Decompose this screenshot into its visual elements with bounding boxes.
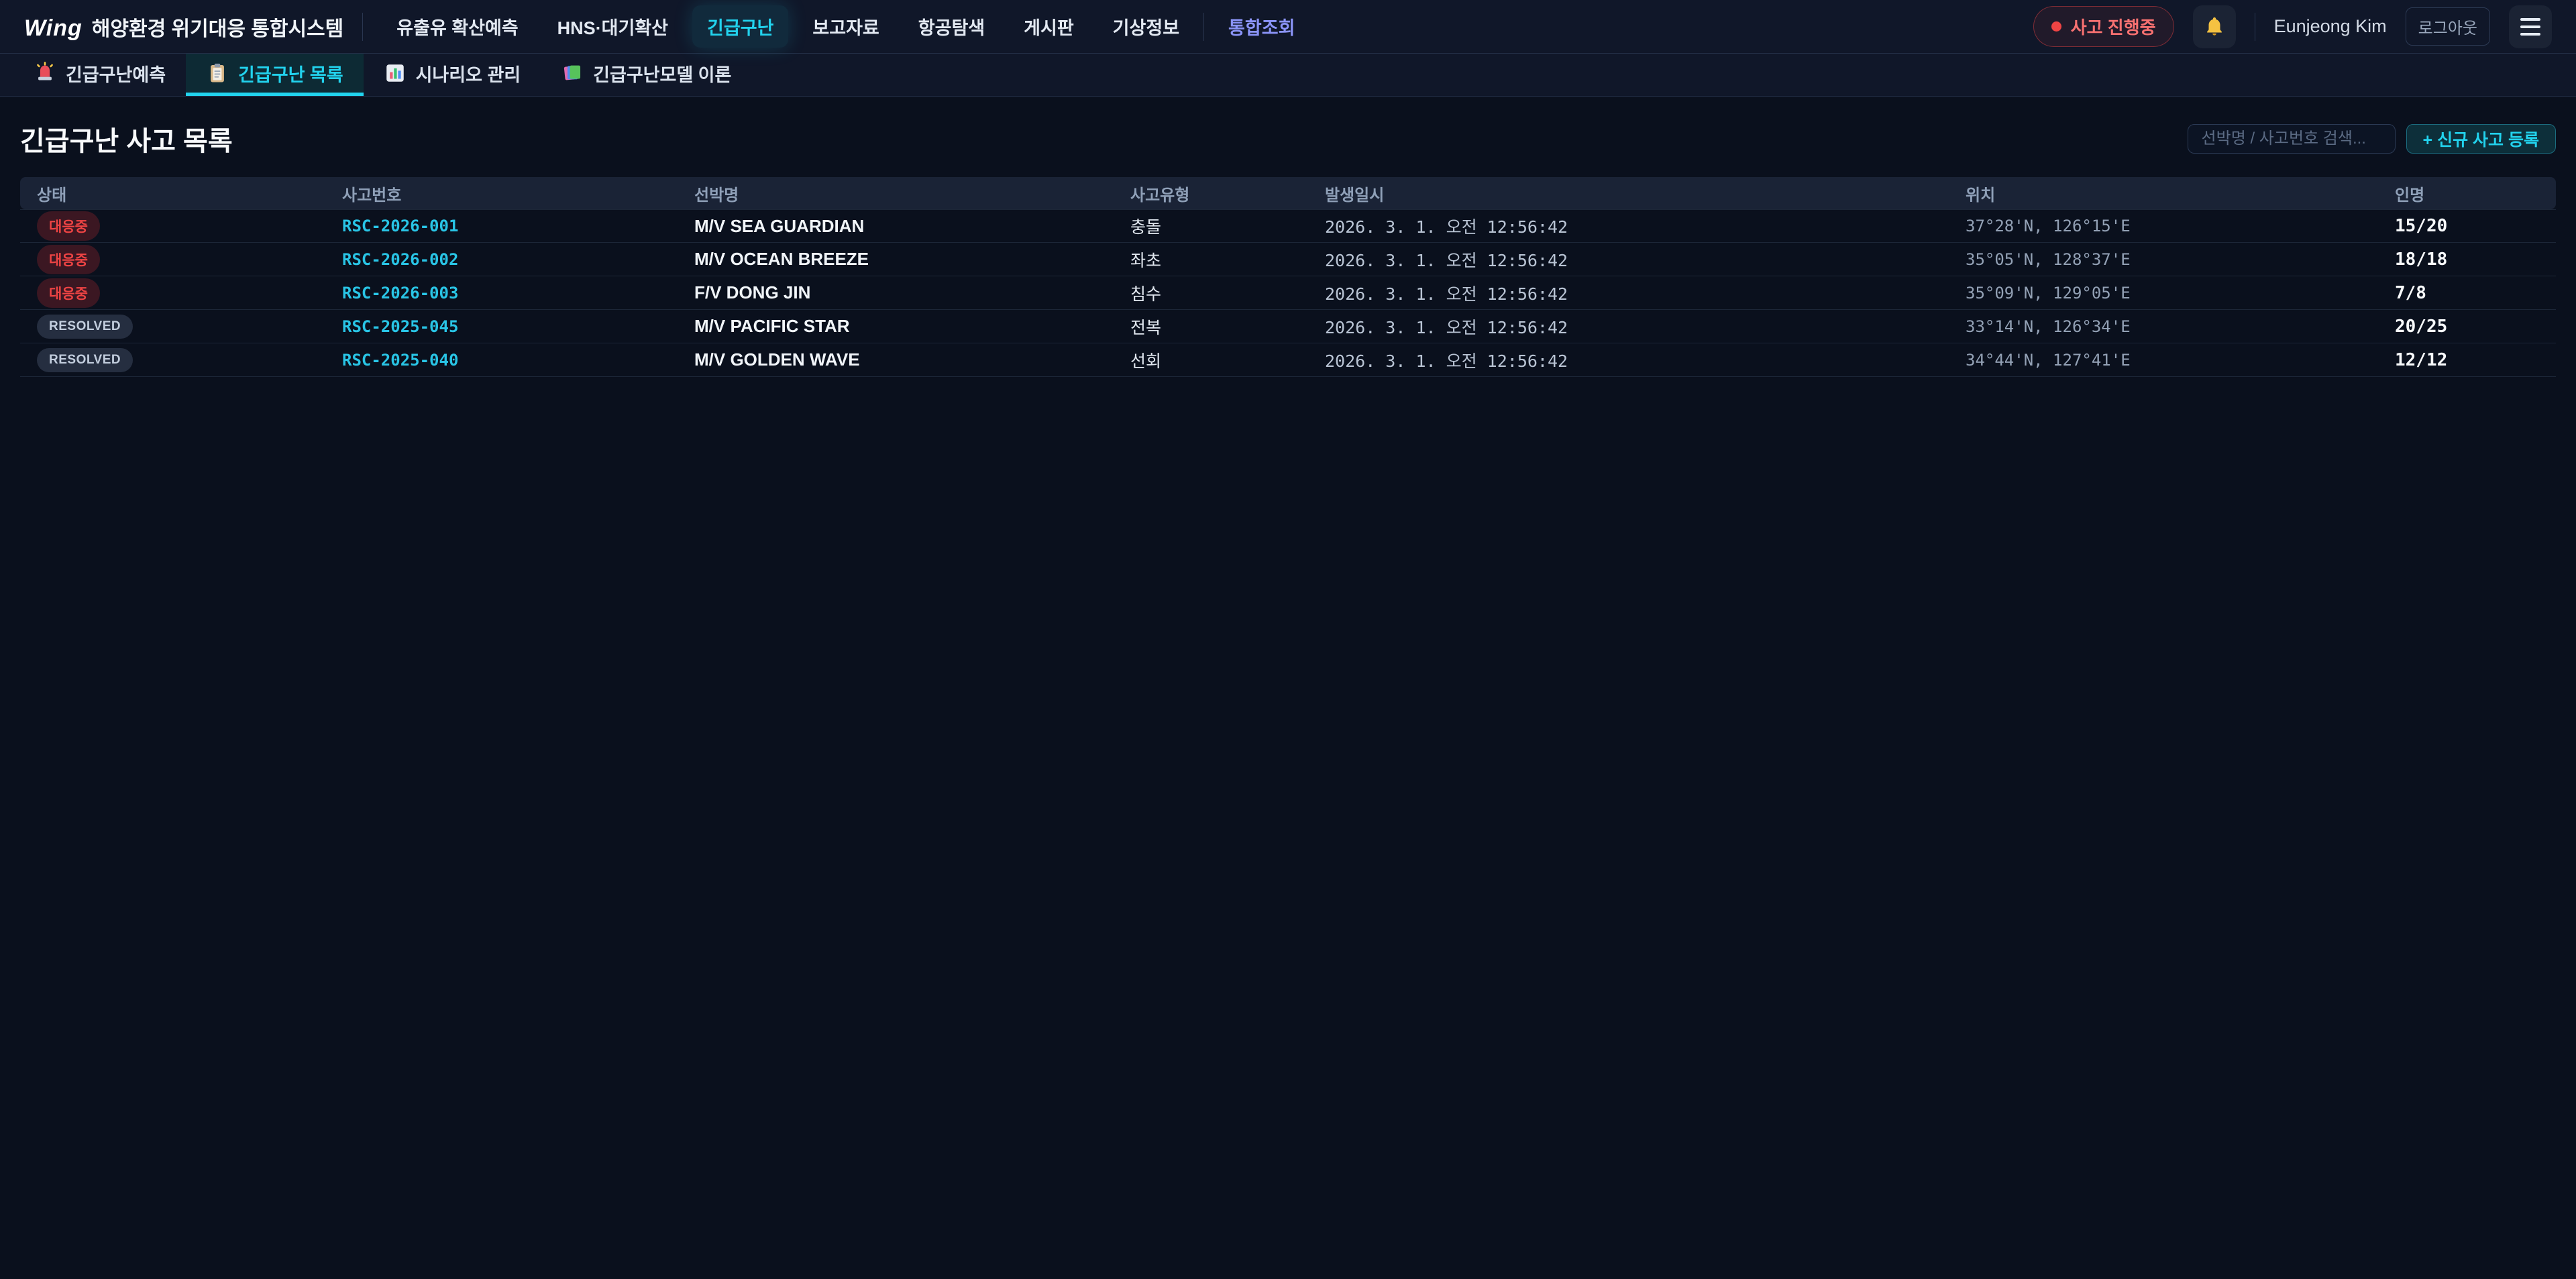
nav-emergency-rescue[interactable]: 긴급구난	[692, 5, 788, 48]
bar-chart-icon	[384, 62, 407, 85]
table-body: 대응중 RSC-2026-001 M/V SEA GUARDIAN 충돌 202…	[20, 209, 2556, 377]
page-header: 긴급구난 사고 목록 + 신규 사고 등록	[0, 97, 2576, 177]
app-logo: Wing 해양환경 위기대응 통합시스템	[24, 12, 343, 42]
incident-location: 35°09'N, 129°05'E	[1949, 284, 2378, 302]
incident-type: 선회	[1114, 348, 1308, 372]
incident-type: 좌초	[1114, 247, 1308, 272]
incident-id[interactable]: RSC-2026-003	[325, 284, 678, 302]
books-icon	[561, 62, 584, 85]
status-badge: 대응중	[37, 278, 100, 308]
alert-badge-label: 사고 진행중	[2071, 14, 2156, 39]
page-title: 긴급구난 사고 목록	[20, 119, 233, 158]
menu-button[interactable]	[2509, 5, 2552, 48]
persons-count: 7/8	[2378, 283, 2556, 303]
table-row[interactable]: 대응중 RSC-2026-003 F/V DONG JIN 침수 2026. 3…	[20, 276, 2556, 310]
incident-table: 상태 사고번호 선박명 사고유형 발생일시 위치 인명 대응중 RSC-2026…	[20, 177, 2556, 377]
table-row[interactable]: RESOLVED RSC-2025-045 M/V PACIFIC STAR 전…	[20, 310, 2556, 343]
nav-reports[interactable]: 보고자료	[798, 5, 894, 48]
tab-label: 긴급구난예측	[66, 60, 166, 87]
col-header-status: 상태	[20, 182, 325, 205]
search-input[interactable]	[2188, 124, 2396, 154]
ship-name: M/V GOLDEN WAVE	[678, 349, 1114, 370]
status-badge: 대응중	[37, 211, 100, 241]
new-incident-button[interactable]: + 신규 사고 등록	[2406, 124, 2556, 154]
incident-datetime: 2026. 3. 1. 오전 12:56:42	[1308, 214, 1949, 238]
col-header-persons: 인명	[2378, 182, 2556, 205]
col-header-incident-id: 사고번호	[325, 182, 678, 205]
col-header-incident-type: 사고유형	[1114, 182, 1308, 205]
siren-icon	[34, 62, 56, 85]
divider	[1203, 13, 1204, 41]
logout-button[interactable]: 로그아웃	[2406, 7, 2490, 46]
logo-mark: Wing	[24, 15, 83, 42]
incident-id[interactable]: RSC-2025-040	[325, 351, 678, 370]
persons-count: 20/25	[2378, 317, 2556, 337]
nav-weather-info[interactable]: 기상정보	[1098, 5, 1194, 48]
incident-location: 35°05'N, 128°37'E	[1949, 250, 2378, 269]
incident-type: 전복	[1114, 315, 1308, 339]
persons-count: 15/20	[2378, 216, 2556, 236]
incident-location: 34°44'N, 127°41'E	[1949, 351, 2378, 370]
ship-name: M/V OCEAN BREEZE	[678, 249, 1114, 270]
top-bar: Wing 해양환경 위기대응 통합시스템 유출유 확산예측 HNS·대기확산 긴…	[0, 0, 2576, 54]
incident-datetime: 2026. 3. 1. 오전 12:56:42	[1308, 315, 1949, 339]
incident-type: 침수	[1114, 281, 1308, 305]
col-header-datetime: 발생일시	[1308, 182, 1949, 205]
incident-id[interactable]: RSC-2025-045	[325, 317, 678, 336]
tab-label: 긴급구난모델 이론	[593, 60, 731, 87]
col-header-ship-name: 선박명	[678, 182, 1114, 205]
tab-rescue-prediction[interactable]: 긴급구난예측	[13, 54, 186, 96]
table-row[interactable]: 대응중 RSC-2026-002 M/V OCEAN BREEZE 좌초 202…	[20, 243, 2556, 276]
sub-tab-bar: 긴급구난예측 긴급구난 목록 시나리오 관리 긴급구난모델 이론	[0, 54, 2576, 97]
alert-dot-icon	[2051, 21, 2061, 32]
ship-name: M/V SEA GUARDIAN	[678, 216, 1114, 237]
incident-type: 충돌	[1114, 214, 1308, 238]
incident-datetime: 2026. 3. 1. 오전 12:56:42	[1308, 348, 1949, 372]
hamburger-menu-icon	[2520, 18, 2540, 36]
incident-datetime: 2026. 3. 1. 오전 12:56:42	[1308, 247, 1949, 272]
incident-location: 33°14'N, 126°34'E	[1949, 317, 2378, 336]
status-badge: RESOLVED	[37, 315, 133, 339]
incident-datetime: 2026. 3. 1. 오전 12:56:42	[1308, 281, 1949, 305]
tab-label: 시나리오 관리	[416, 60, 521, 87]
divider	[362, 13, 363, 41]
notifications-button[interactable]	[2193, 5, 2236, 48]
incident-id[interactable]: RSC-2026-002	[325, 250, 678, 269]
persons-count: 18/18	[2378, 249, 2556, 270]
nav-oil-spill-prediction[interactable]: 유출유 확산예측	[382, 5, 533, 48]
user-name: Eunjeong Kim	[2274, 16, 2387, 37]
tab-scenario-management[interactable]: 시나리오 관리	[364, 54, 541, 96]
status-badge: 대응중	[37, 245, 100, 274]
nav-hns-air-diffusion[interactable]: HNS·대기확산	[543, 5, 683, 48]
ship-name: M/V PACIFIC STAR	[678, 316, 1114, 337]
clipboard-icon	[206, 62, 229, 85]
nav-board[interactable]: 게시판	[1009, 5, 1089, 48]
nav-integrated-search[interactable]: 통합조회	[1214, 5, 1309, 48]
tab-label: 긴급구난 목록	[238, 60, 343, 87]
app-title: 해양환경 위기대응 통합시스템	[92, 12, 343, 42]
status-badge: RESOLVED	[37, 348, 133, 372]
ship-name: F/V DONG JIN	[678, 282, 1114, 303]
incident-id[interactable]: RSC-2026-001	[325, 217, 678, 235]
nav-aerial-search[interactable]: 항공탐색	[904, 5, 1000, 48]
persons-count: 12/12	[2378, 350, 2556, 370]
bell-icon	[2203, 15, 2226, 38]
table-row[interactable]: RESOLVED RSC-2025-040 M/V GOLDEN WAVE 선회…	[20, 343, 2556, 377]
table-header-row: 상태 사고번호 선박명 사고유형 발생일시 위치 인명	[20, 177, 2556, 209]
col-header-location: 위치	[1949, 182, 2378, 205]
incident-location: 37°28'N, 126°15'E	[1949, 217, 2378, 235]
tab-rescue-list[interactable]: 긴급구난 목록	[186, 54, 364, 96]
incident-active-badge: 사고 진행중	[2033, 6, 2174, 47]
main-nav: 유출유 확산예측 HNS·대기확산 긴급구난 보고자료 항공탐색 게시판 기상정…	[382, 5, 1309, 48]
table-row[interactable]: 대응중 RSC-2026-001 M/V SEA GUARDIAN 충돌 202…	[20, 209, 2556, 243]
tab-rescue-model-theory[interactable]: 긴급구난모델 이론	[541, 54, 751, 96]
